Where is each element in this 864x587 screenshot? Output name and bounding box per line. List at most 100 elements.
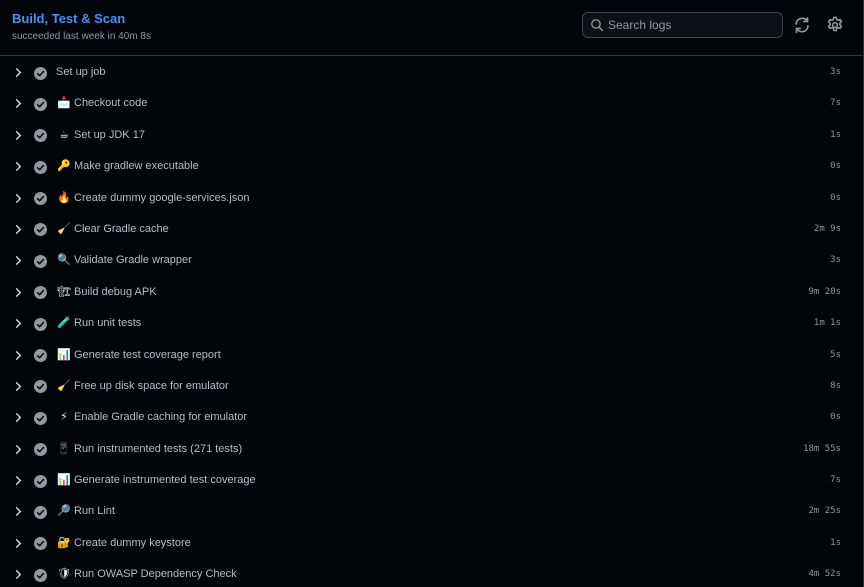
check-circle-icon: [34, 443, 47, 457]
step-duration: 2m 9s: [813, 223, 841, 234]
chevron-right-icon[interactable]: [13, 412, 24, 423]
check-circle-icon: [34, 223, 47, 237]
step-name: Build debug APK: [74, 285, 157, 298]
check-circle-icon: [34, 349, 47, 363]
check-circle-icon: [34, 568, 47, 582]
step-emoji-icon: 🏗: [57, 284, 71, 298]
chevron-right-icon[interactable]: [13, 444, 24, 455]
step-duration: 1s: [830, 537, 841, 548]
step-duration: 4m 52s: [808, 569, 841, 580]
step-name: Run Lint: [74, 505, 115, 518]
step-name: Generate instrumented test coverage: [74, 474, 256, 487]
step-name: Run unit tests: [74, 317, 142, 330]
step-duration: 2m 25s: [808, 506, 841, 517]
step-duration: 1s: [830, 129, 841, 140]
step-row[interactable]: 📱 Run instrumented tests (271 tests) 18m 5…: [0, 434, 863, 465]
step-name: Set up job: [56, 66, 106, 78]
check-circle-icon: [34, 160, 47, 174]
check-circle-icon: [34, 286, 47, 300]
step-duration: 0s: [830, 192, 841, 203]
step-emoji-icon: 📩: [57, 96, 71, 110]
chevron-right-icon[interactable]: [13, 130, 24, 141]
step-emoji-icon: 🔎: [57, 504, 71, 518]
chevron-right-icon[interactable]: [13, 255, 24, 266]
check-circle-icon: [34, 474, 47, 488]
step-row[interactable]: 🧪 Run unit tests 1m 1s: [0, 308, 863, 339]
check-circle-icon: [34, 66, 47, 80]
step-duration: 0s: [830, 412, 841, 423]
check-circle-icon: [34, 97, 47, 111]
search-logs-box[interactable]: [582, 12, 783, 38]
step-emoji-icon: 🧪: [57, 316, 71, 330]
step-row[interactable]: 🔐 Create dummy keystore 1s: [0, 528, 863, 559]
chevron-right-icon[interactable]: [13, 506, 24, 517]
step-row[interactable]: 🧹 Free up disk space for emulator 8s: [0, 371, 863, 402]
check-circle-icon: [34, 411, 47, 425]
step-row[interactable]: 🧹 Clear Gradle cache 2m 9s: [0, 214, 863, 245]
step-row[interactable]: 🔍 Validate Gradle wrapper 3s: [0, 245, 863, 276]
step-row[interactable]: Set up job 3s: [0, 57, 863, 88]
step-row[interactable]: ⚡ Enable Gradle caching for emulator 0s: [0, 402, 863, 433]
step-emoji-icon: 📊: [57, 347, 71, 361]
step-row[interactable]: 📩 Checkout code 7s: [0, 88, 863, 119]
chevron-right-icon[interactable]: [13, 318, 24, 329]
step-name: Set up JDK 17: [74, 128, 145, 141]
chevron-right-icon[interactable]: [13, 161, 24, 172]
step-emoji-icon: 🧹: [57, 221, 71, 235]
check-circle-icon: [34, 317, 47, 331]
chevron-right-icon[interactable]: [13, 381, 24, 392]
step-duration: 3s: [830, 67, 841, 77]
step-row[interactable]: 📊 Generate test coverage report 5s: [0, 340, 863, 371]
gear-icon[interactable]: [826, 16, 844, 34]
step-duration: 0s: [830, 161, 841, 172]
job-steps-list: Set up job 3s 📩 Checkout code 7s ☕ Set up JDK …: [0, 57, 863, 587]
chevron-right-icon[interactable]: [13, 98, 24, 109]
chevron-right-icon[interactable]: [13, 67, 24, 78]
chevron-right-icon[interactable]: [13, 193, 24, 204]
step-name: Generate test coverage report: [74, 348, 221, 361]
chevron-right-icon[interactable]: [13, 538, 24, 549]
step-name: Make gradlew executable: [74, 160, 199, 173]
job-header: Build, Test & Scan succeeded last week i…: [0, 0, 863, 56]
step-duration: 18m 55s: [803, 443, 841, 454]
step-emoji-icon: 📱: [57, 441, 71, 455]
step-row[interactable]: 🔎 Run Lint 2m 25s: [0, 496, 863, 527]
chevron-right-icon[interactable]: [13, 569, 24, 580]
step-row[interactable]: 🛡 Run OWASP Dependency Check 4m 52s: [0, 559, 863, 587]
step-row[interactable]: ☕ Set up JDK 17 1s: [0, 120, 863, 151]
step-duration: 5s: [830, 349, 841, 360]
job-status-summary: succeeded last week in 40m 8s: [12, 31, 151, 42]
step-name: Clear Gradle cache: [74, 222, 169, 235]
step-duration: 9m 20s: [808, 286, 841, 297]
job-title: Build, Test & Scan: [12, 11, 126, 26]
check-circle-icon: [34, 254, 47, 268]
step-emoji-icon: 📊: [57, 473, 71, 487]
chevron-right-icon[interactable]: [13, 350, 24, 361]
step-row[interactable]: 🔑 Make gradlew executable 0s: [0, 151, 863, 182]
step-emoji-icon: 🧹: [57, 378, 71, 392]
refresh-icon[interactable]: [793, 16, 811, 34]
step-name: Free up disk space for emulator: [74, 379, 229, 392]
step-emoji-icon: 🔐: [57, 535, 71, 549]
step-row[interactable]: 📊 Generate instrumented test coverage 7s: [0, 465, 863, 496]
check-circle-icon: [34, 129, 47, 143]
check-circle-icon: [34, 380, 47, 394]
search-icon: [591, 19, 604, 32]
check-circle-icon: [34, 505, 47, 519]
chevron-right-icon[interactable]: [13, 287, 24, 298]
job-logs-panel: Build, Test & Scan succeeded last week i…: [0, 0, 864, 587]
step-row[interactable]: 🔥 Create dummy google-services.json 0s: [0, 183, 863, 214]
step-name: Run instrumented tests (271 tests): [74, 442, 243, 455]
step-name: Enable Gradle caching for emulator: [74, 411, 248, 424]
check-circle-icon: [34, 537, 47, 551]
step-row[interactable]: 🏗 Build debug APK 9m 20s: [0, 277, 863, 308]
step-duration: 1m 1s: [813, 318, 841, 329]
step-name: Create dummy keystore: [74, 536, 191, 549]
step-emoji-icon: 🛡: [57, 567, 71, 581]
step-duration: 8s: [830, 380, 841, 391]
search-logs-input[interactable]: [608, 15, 776, 35]
step-emoji-icon: ☕: [59, 127, 69, 141]
step-emoji-icon: ⚡: [60, 410, 68, 424]
chevron-right-icon[interactable]: [13, 475, 24, 486]
chevron-right-icon[interactable]: [13, 224, 24, 235]
